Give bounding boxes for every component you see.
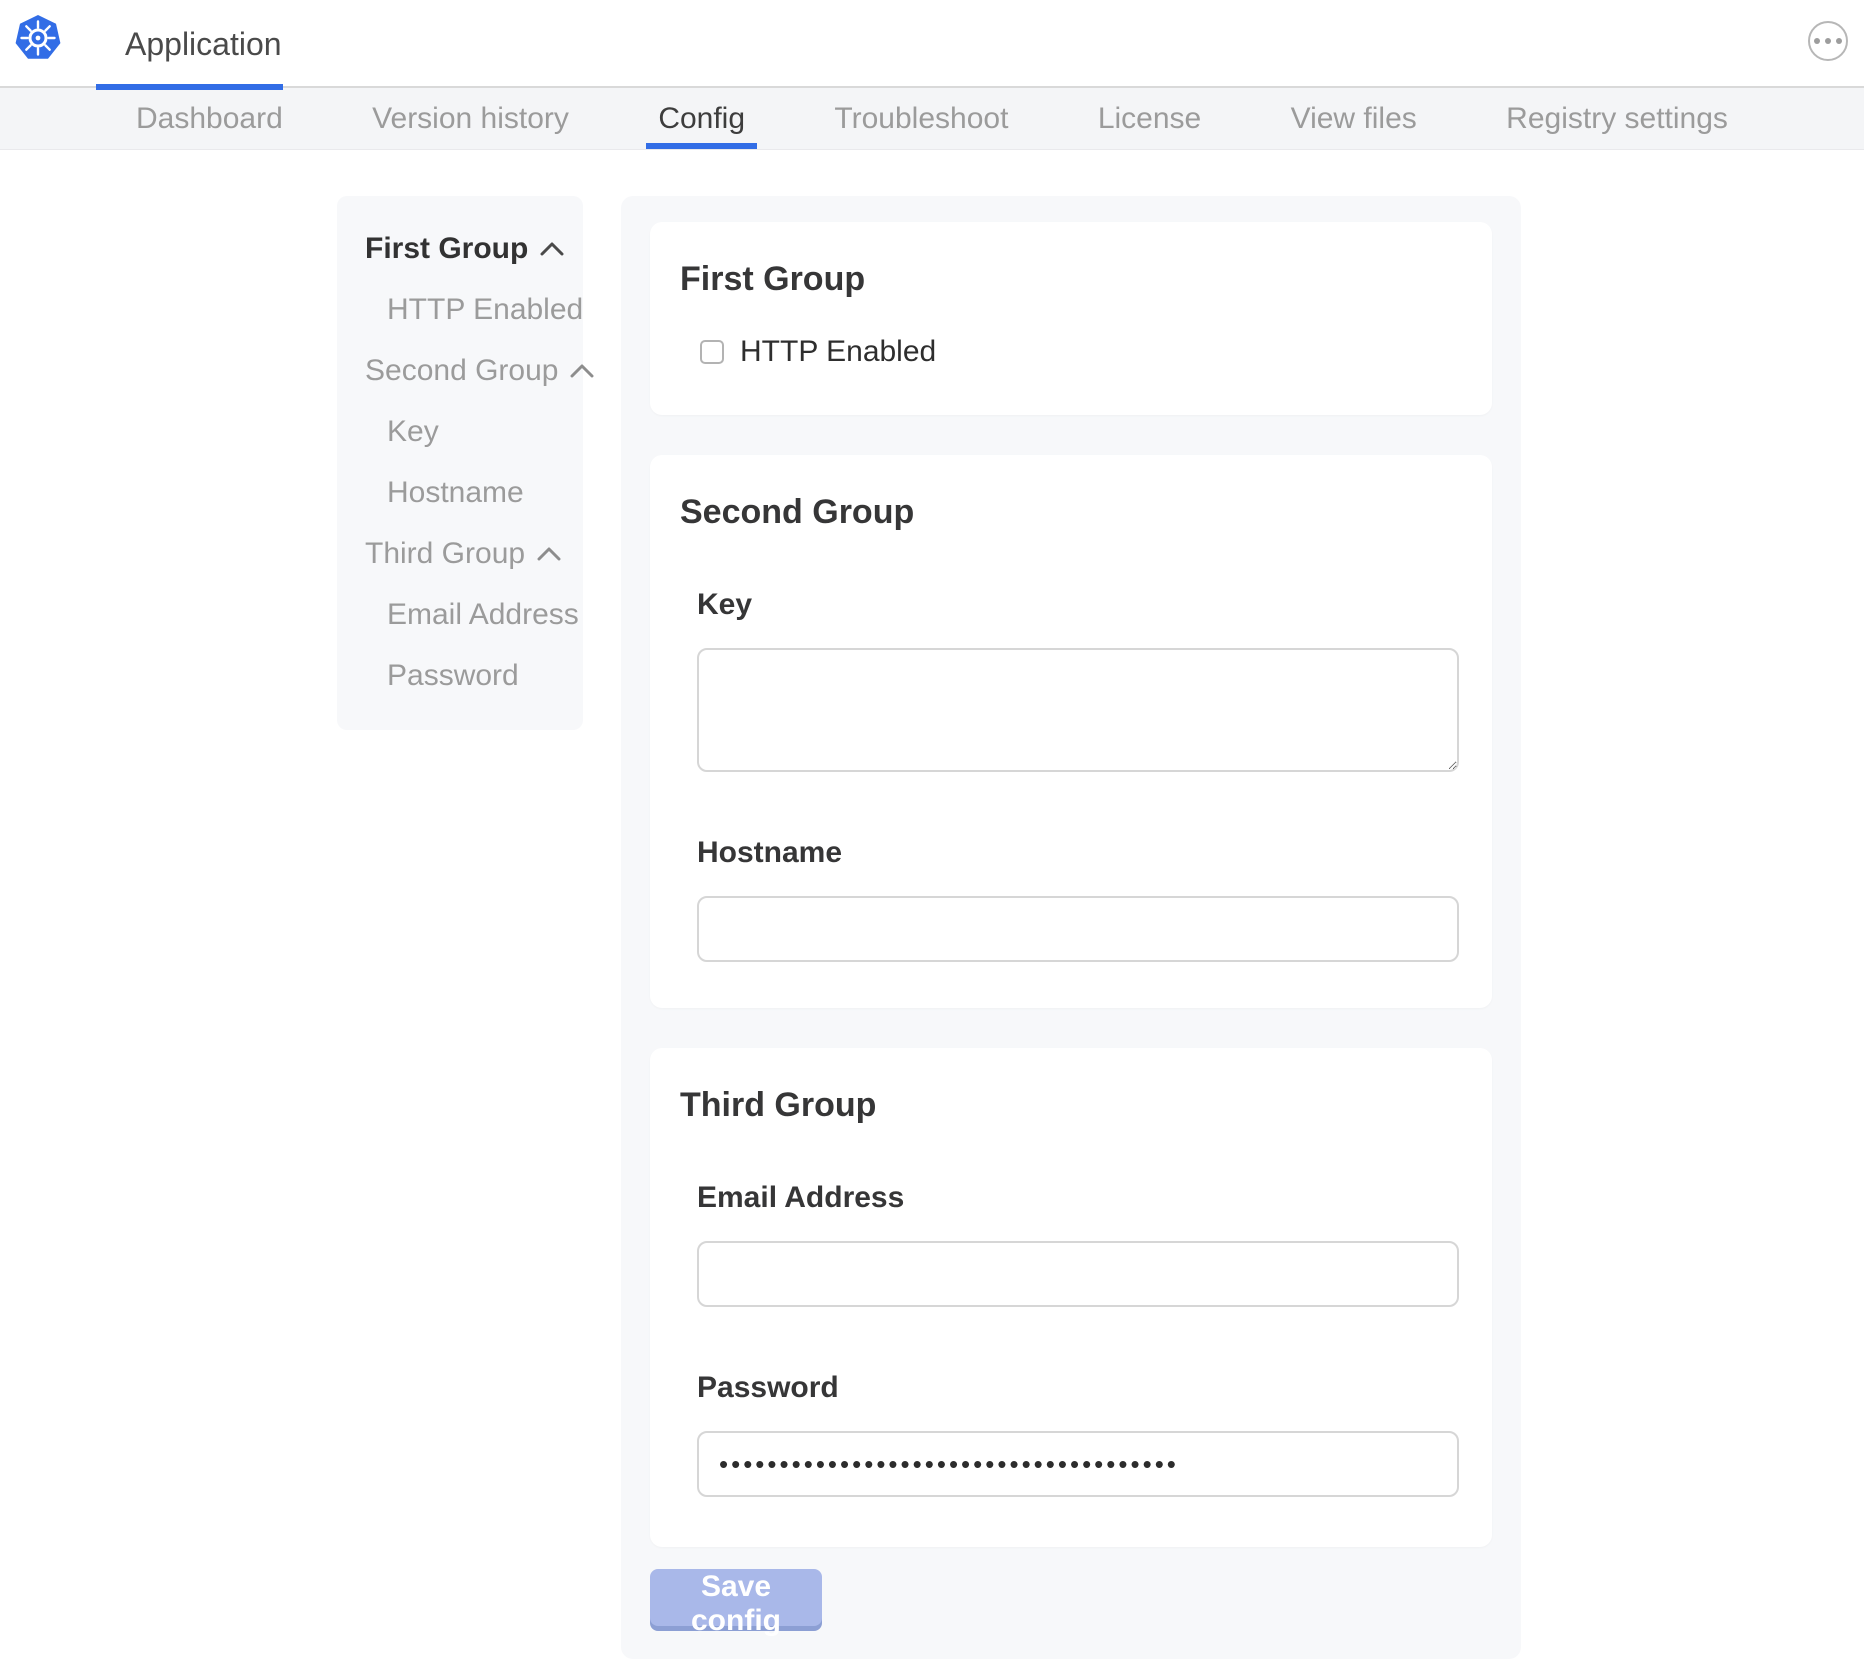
sidenav-group-second-group[interactable]: Second Group xyxy=(337,340,583,401)
group-title: Second Group xyxy=(650,455,1492,532)
hostname-field: Hostname xyxy=(697,836,1459,962)
sidenav-label: HTTP Enabled xyxy=(387,293,583,327)
key-label: Key xyxy=(697,588,1459,622)
key-textarea[interactable] xyxy=(697,648,1459,772)
sidenav-item-http-enabled[interactable]: HTTP Enabled xyxy=(337,279,583,340)
chevron-up-icon xyxy=(540,242,564,256)
sidenav-label: Password xyxy=(387,659,519,693)
password-input[interactable] xyxy=(697,1431,1459,1497)
ellipsis-icon xyxy=(1825,38,1831,44)
http-enabled-label[interactable]: HTTP Enabled xyxy=(740,335,936,369)
sidenav-item-email-address[interactable]: Email Address xyxy=(337,584,583,645)
sidenav-label: Third Group xyxy=(365,537,525,571)
config-sidenav: First Group HTTP Enabled Second Group Ke… xyxy=(337,196,583,730)
http-enabled-checkbox[interactable] xyxy=(700,340,724,364)
group-title: Third Group xyxy=(650,1048,1492,1125)
sidenav-group-first-group[interactable]: First Group xyxy=(337,218,583,279)
ellipsis-icon xyxy=(1814,38,1820,44)
tab-license[interactable]: License xyxy=(1086,88,1213,149)
overflow-menu-button[interactable] xyxy=(1808,21,1848,61)
password-field: Password xyxy=(697,1371,1459,1497)
hostname-input[interactable] xyxy=(697,896,1459,962)
email-address-field: Email Address xyxy=(697,1181,1459,1307)
chevron-up-icon xyxy=(570,364,594,378)
tab-view-files[interactable]: View files xyxy=(1279,88,1429,149)
key-field: Key xyxy=(697,588,1459,772)
app-header: Application xyxy=(0,0,1864,88)
tab-version-history[interactable]: Version history xyxy=(360,88,581,149)
app-tabbar: Dashboard Version history Config Trouble… xyxy=(0,88,1864,150)
sidenav-item-key[interactable]: Key xyxy=(337,401,583,462)
save-config-button[interactable]: Save config xyxy=(650,1569,822,1626)
tab-troubleshoot[interactable]: Troubleshoot xyxy=(822,88,1020,149)
sidenav-label: Hostname xyxy=(387,476,524,510)
config-panel: First Group HTTP Enabled Second Group Ke… xyxy=(621,196,1521,1659)
password-label: Password xyxy=(697,1371,1459,1405)
application-tab[interactable]: Application xyxy=(96,0,283,88)
email-address-label: Email Address xyxy=(697,1181,1459,1215)
kubernetes-logo-icon xyxy=(14,14,62,62)
sidenav-label: First Group xyxy=(365,232,528,266)
tab-registry-settings[interactable]: Registry settings xyxy=(1494,88,1740,149)
sidenav-label: Second Group xyxy=(365,354,558,388)
email-address-input[interactable] xyxy=(697,1241,1459,1307)
sidenav-item-hostname[interactable]: Hostname xyxy=(337,462,583,523)
tab-dashboard[interactable]: Dashboard xyxy=(124,88,295,149)
group-title: First Group xyxy=(650,222,1492,299)
chevron-up-icon xyxy=(537,547,561,561)
config-group-second: Second Group Key Hostname xyxy=(650,455,1492,1008)
http-enabled-row: HTTP Enabled xyxy=(700,335,1492,415)
config-group-first: First Group HTTP Enabled xyxy=(650,222,1492,415)
ellipsis-icon xyxy=(1836,38,1842,44)
sidenav-label: Email Address xyxy=(387,598,579,632)
sidenav-item-password[interactable]: Password xyxy=(337,645,583,706)
config-page: First Group HTTP Enabled Second Group Ke… xyxy=(0,150,1864,1659)
sidenav-group-third-group[interactable]: Third Group xyxy=(337,523,583,584)
config-group-third: Third Group Email Address Password xyxy=(650,1048,1492,1547)
sidenav-label: Key xyxy=(387,415,439,449)
tab-config[interactable]: Config xyxy=(646,88,757,149)
hostname-label: Hostname xyxy=(697,836,1459,870)
